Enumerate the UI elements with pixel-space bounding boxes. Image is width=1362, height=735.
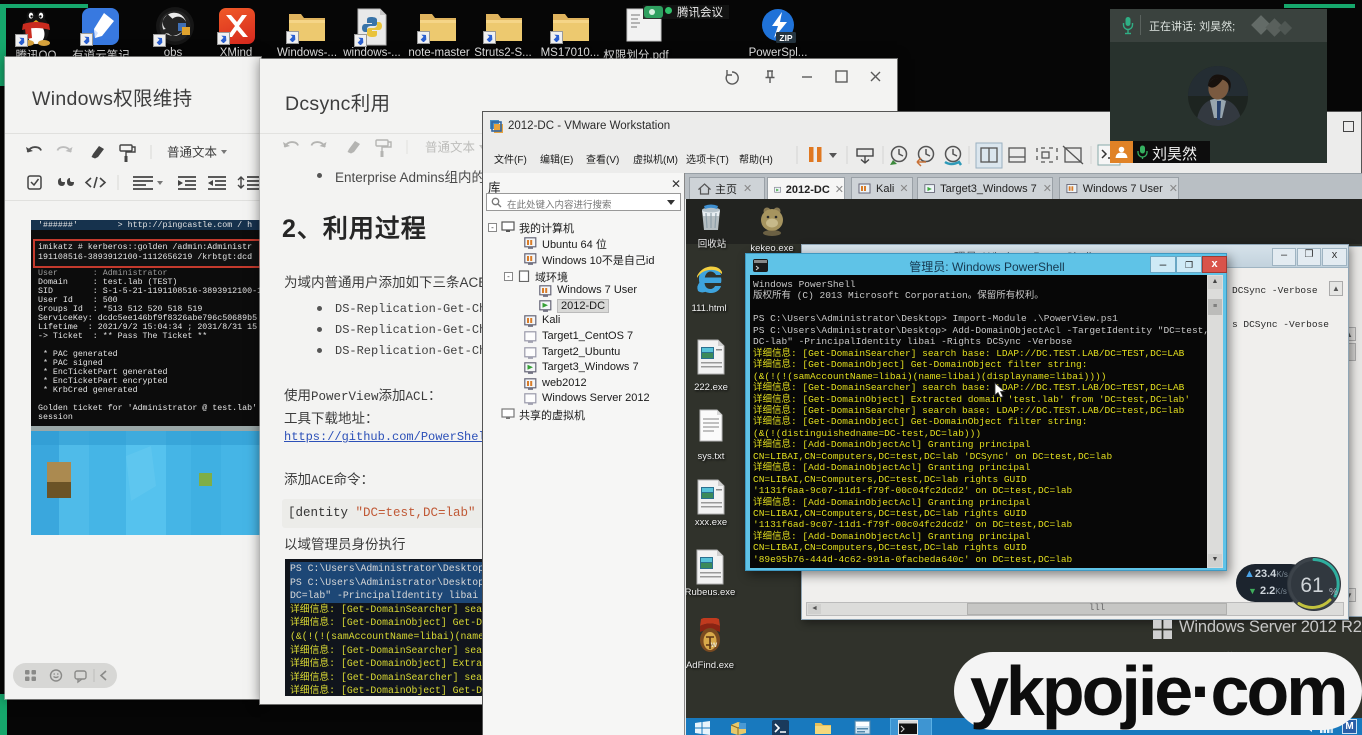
svg-text:w: w — [710, 640, 718, 649]
svg-text:普通文本: 普通文本 — [425, 140, 476, 155]
svg-text:ZIP: ZIP — [779, 33, 793, 43]
svg-text:61: 61 — [1300, 574, 1323, 597]
svg-text:普通文本: 普通文本 — [167, 145, 218, 160]
svg-text:%: % — [1329, 587, 1338, 598]
